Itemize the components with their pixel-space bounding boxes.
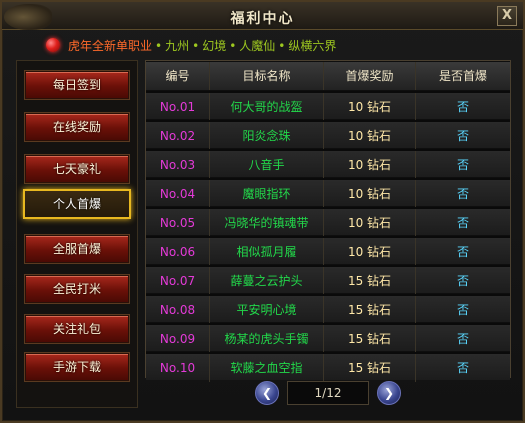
left-arrow-icon[interactable]: ❮ bbox=[255, 381, 279, 405]
row-status: 否 bbox=[456, 245, 469, 259]
sidebar-item-mobile-download[interactable]: 手游下载 bbox=[25, 353, 129, 381]
table-row[interactable]: No.05 冯晓华的镇魂带 10 钻石 否 bbox=[146, 207, 510, 237]
row-name: 魔眼指环 bbox=[210, 180, 324, 208]
row-reward: 10 钻石 bbox=[324, 93, 416, 121]
row-name: 平安明心境 bbox=[210, 296, 324, 324]
row-id: No.09 bbox=[146, 325, 210, 353]
table-row[interactable]: No.06 相似孤月履 10 钻石 否 bbox=[146, 236, 510, 266]
row-id: No.02 bbox=[146, 122, 210, 150]
table-row[interactable]: No.03 八音手 10 钻石 否 bbox=[146, 149, 510, 179]
row-id: No.04 bbox=[146, 180, 210, 208]
server-name: 幻境 bbox=[202, 38, 227, 53]
row-name: 八音手 bbox=[210, 151, 324, 179]
table-row[interactable]: No.08 平安明心境 15 钻石 否 bbox=[146, 294, 510, 324]
row-status: 否 bbox=[456, 303, 469, 317]
row-status: 否 bbox=[456, 158, 469, 172]
row-status: 否 bbox=[456, 216, 469, 230]
table-row[interactable]: No.04 魔眼指环 10 钻石 否 bbox=[146, 178, 510, 208]
server-name: 人魔仙 bbox=[239, 38, 276, 53]
server-name: 纵横六界 bbox=[288, 38, 337, 53]
row-reward: 10 钻石 bbox=[324, 151, 416, 179]
welfare-window: 福利中心 X 虎年全新单职业 • 九州 • 幻境 • 人魔仙 • 纵横六界 每日签到 在线奖励 … bbox=[0, 0, 525, 423]
row-id: No.03 bbox=[146, 151, 210, 179]
row-reward: 15 钻石 bbox=[324, 267, 416, 295]
row-name: 冯晓华的镇魂带 bbox=[210, 209, 324, 237]
row-status: 否 bbox=[456, 100, 469, 114]
row-status: 否 bbox=[456, 274, 469, 288]
row-reward: 10 钻石 bbox=[324, 180, 416, 208]
table-row[interactable]: No.10 软藤之血空指 15 钻石 否 bbox=[146, 352, 510, 382]
server-prefix: 虎年全新单职业 bbox=[68, 38, 153, 53]
header-reward: 首爆奖励 bbox=[324, 62, 416, 90]
sidebar-item-online-reward[interactable]: 在线奖励 bbox=[25, 113, 129, 141]
row-reward: 10 钻石 bbox=[324, 209, 416, 237]
header-status: 是否首爆 bbox=[438, 69, 487, 83]
sidebar-item-server-first-drop[interactable]: 全服首爆 bbox=[25, 235, 129, 263]
table-row[interactable]: No.09 杨某的虎头手镯 15 钻石 否 bbox=[146, 323, 510, 353]
row-reward: 10 钻石 bbox=[324, 122, 416, 150]
row-id: No.07 bbox=[146, 267, 210, 295]
row-name: 薛蔓之云护头 bbox=[210, 267, 324, 295]
close-button[interactable]: X bbox=[497, 6, 517, 26]
page-indicator: 1/12 bbox=[287, 381, 369, 405]
sidebar-item-seven-day-gift[interactable]: 七天豪礼 bbox=[25, 155, 129, 183]
row-status: 否 bbox=[456, 187, 469, 201]
row-id: No.01 bbox=[146, 93, 210, 121]
sidebar: 每日签到 在线奖励 七天豪礼 个人首爆 全服首爆 全民打米 关注礼包 手游下载 bbox=[16, 60, 138, 408]
row-name: 相似孤月履 bbox=[210, 238, 324, 266]
sidebar-item-follow-gift[interactable]: 关注礼包 bbox=[25, 315, 129, 343]
row-reward: 10 钻石 bbox=[324, 238, 416, 266]
row-reward: 15 钻石 bbox=[324, 296, 416, 324]
header-id: 编号 bbox=[146, 62, 210, 90]
row-status: 否 bbox=[456, 129, 469, 143]
header-name: 目标名称 bbox=[210, 62, 324, 90]
server-banner: 虎年全新单职业 • 九州 • 幻境 • 人魔仙 • 纵横六界 bbox=[46, 34, 336, 56]
table-row[interactable]: No.01 何大哥的战盔 10 钻石 否 bbox=[146, 91, 510, 121]
title-bar[interactable]: 福利中心 X bbox=[2, 2, 523, 30]
sidebar-item-everyone-farm[interactable]: 全民打米 bbox=[25, 275, 129, 303]
table-header: 编号 目标名称 首爆奖励 是否首爆 bbox=[146, 62, 510, 90]
row-id: No.05 bbox=[146, 209, 210, 237]
red-orb-icon bbox=[46, 38, 60, 52]
row-id: No.08 bbox=[146, 296, 210, 324]
right-arrow-icon[interactable]: ❯ bbox=[377, 381, 401, 405]
row-status: 否 bbox=[456, 332, 469, 346]
row-reward: 15 钻石 bbox=[324, 325, 416, 353]
server-name: 九州 bbox=[165, 38, 190, 53]
table-row[interactable]: No.07 薛蔓之云护头 15 钻石 否 bbox=[146, 265, 510, 295]
row-name: 何大哥的战盔 bbox=[210, 93, 324, 121]
table-row[interactable]: No.02 阳炎念珠 10 钻石 否 bbox=[146, 120, 510, 150]
separator: • bbox=[155, 38, 163, 53]
separator: • bbox=[229, 38, 237, 53]
server-text: 虎年全新单职业 • 九州 • 幻境 • 人魔仙 • 纵横六界 bbox=[68, 37, 336, 54]
separator: • bbox=[278, 38, 286, 53]
first-drop-table: 编号 目标名称 首爆奖励 是否首爆 No.01 何大哥的战盔 10 钻石 否 N… bbox=[145, 60, 511, 382]
window-title: 福利中心 bbox=[230, 11, 295, 27]
pagination: ❮ 1/12 ❯ bbox=[145, 378, 511, 408]
row-name: 杨某的虎头手镯 bbox=[210, 325, 324, 353]
row-name: 阳炎念珠 bbox=[210, 122, 324, 150]
separator: • bbox=[192, 38, 200, 53]
sidebar-item-daily-signin[interactable]: 每日签到 bbox=[25, 71, 129, 99]
row-id: No.06 bbox=[146, 238, 210, 266]
sidebar-item-personal-first-drop[interactable]: 个人首爆 bbox=[23, 189, 131, 219]
